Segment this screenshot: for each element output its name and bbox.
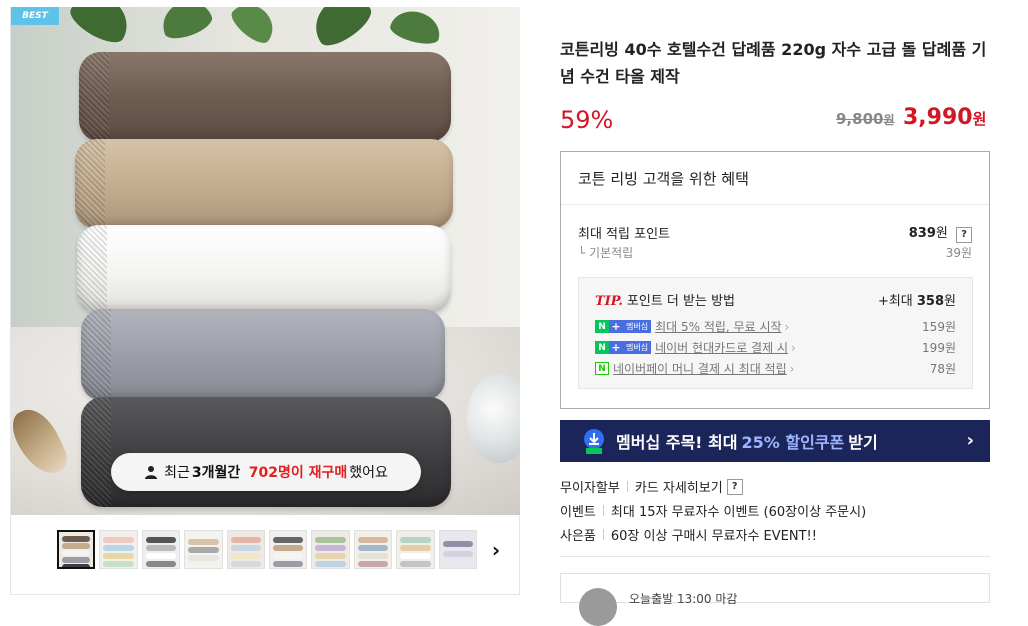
naver-pay-icon: N: [595, 362, 609, 375]
product-main-image[interactable]: BEST 최근 3개월간 702명이 재구매 했어요: [11, 7, 520, 515]
naver-n-icon: N: [595, 320, 609, 333]
tip-label: TIP.: [595, 294, 623, 309]
thumbnail-strip: [57, 530, 477, 574]
towel-gray: [81, 309, 445, 401]
thumbnail[interactable]: [184, 530, 223, 569]
repurchase-period: 3개월간: [191, 465, 241, 481]
chevron-right-icon[interactable]: ›: [487, 538, 505, 562]
repurchase-suffix: 했어요: [349, 465, 388, 481]
help-icon[interactable]: ?: [956, 226, 972, 243]
tip-link[interactable]: 최대 5% 적립, 무료 시작: [655, 318, 781, 335]
person-icon: [145, 466, 158, 479]
tip-link[interactable]: 네이버페이 머니 결제 시 최대 적립: [613, 360, 787, 377]
membership-tag: 멤버십: [623, 320, 652, 333]
gift-text: 60장 이상 구매시 무료자수 EVENT!!: [610, 529, 817, 544]
chevron-right-icon: ›: [966, 430, 974, 451]
product-gallery: BEST 최근 3개월간 702명이 재구매 했어요 ›: [10, 7, 520, 595]
base-points-value: 39원: [945, 246, 972, 260]
membership-coupon-banner[interactable]: 멤버십 주목! 최대 25% 할인쿠폰 받기 ›: [560, 420, 990, 462]
divider: [560, 556, 990, 557]
tip-row-card[interactable]: N + 멤버십 네이버 현대카드로 결제 시 › 199원: [595, 339, 956, 356]
installment-row: 무이자할부 카드 자세히보기 ?: [560, 477, 743, 496]
plus-icon: +: [609, 320, 623, 333]
tip-row-npay[interactable]: N 네이버페이 머니 결제 시 최대 적립 › 78원: [595, 360, 956, 377]
installment-label: 무이자할부: [560, 481, 620, 496]
event-row: 이벤트 최대 15자 무료자수 이벤트 (60장이상 주문시): [560, 501, 866, 520]
banner-text-before: 멤버십 주목! 최대: [616, 433, 738, 452]
benefit-box: 코튼 리빙 고객을 위한 혜택 최대 적립 포인트 839원 ? └ 기본적립 …: [560, 151, 990, 409]
download-coupon-icon: [584, 429, 604, 454]
tip-text: 포인트 더 받는 방법: [626, 294, 735, 309]
towel-brown: [79, 52, 451, 142]
help-icon[interactable]: ?: [726, 478, 743, 495]
thumbnail[interactable]: [311, 530, 350, 569]
chevron-right-icon: ›: [789, 361, 795, 376]
base-points-label: └ 기본적립: [578, 246, 634, 260]
thumbnail[interactable]: [226, 530, 265, 569]
tip-value: 159원: [922, 320, 956, 334]
plus-icon: +: [609, 341, 623, 354]
sale-price: 3,990원: [903, 105, 987, 130]
original-price: 9,800원: [836, 110, 895, 128]
benefit-heading: 코튼 리빙 고객을 위한 혜택: [561, 152, 989, 205]
tip-row-membership[interactable]: N + 멤버십 최대 5% 적립, 무료 시작 › 159원: [595, 318, 956, 335]
product-title: 코튼리빙 40수 호텔수건 답례품 220g 자수 고급 돌 답례품 기념 수건…: [560, 40, 987, 86]
tip-link[interactable]: 네이버 현대카드로 결제 시: [655, 339, 788, 356]
max-points-value: 839원 ?: [909, 222, 972, 243]
thumbnail[interactable]: [268, 530, 308, 569]
tip-max: +최대 358원: [877, 294, 956, 309]
thumbnail[interactable]: [353, 530, 393, 569]
best-badge: BEST: [11, 7, 59, 25]
towel-white: [77, 225, 451, 313]
towel-beige: [75, 139, 453, 229]
tip-heading: TIP. 포인트 더 받는 방법 +최대 358원: [595, 290, 956, 309]
discount-rate: 59%: [560, 106, 614, 134]
gift-row: 사은품 60장 이상 구매시 무료자수 EVENT!!: [560, 525, 817, 544]
thumbnail[interactable]: [99, 530, 138, 569]
membership-tag: 멤버십: [623, 341, 652, 354]
repurchase-prefix: 최근: [164, 465, 190, 481]
thumbnail[interactable]: [438, 530, 477, 569]
event-text: 최대 15자 무료자수 이벤트 (60장이상 주문시): [610, 505, 867, 520]
card-details-link[interactable]: 카드 자세히보기: [635, 477, 723, 496]
tip-value: 199원: [922, 341, 956, 355]
chevron-right-icon: ›: [790, 340, 796, 355]
tip-value: 78원: [929, 362, 956, 376]
banner-highlight: 25% 할인쿠폰: [741, 433, 845, 452]
max-points-row: 최대 적립 포인트 839원 ?: [578, 222, 972, 243]
shipping-text: 오늘출발 13:00 마감: [629, 592, 738, 606]
event-label: 이벤트: [560, 505, 596, 520]
max-points-label: 최대 적립 포인트: [578, 226, 670, 242]
banner-text-after: 받기: [848, 433, 878, 452]
tip-box: TIP. 포인트 더 받는 방법 +최대 358원 N + 멤버십 최대 5% 적…: [578, 277, 973, 389]
repurchase-notice: 최근 3개월간 702명이 재구매 했어요: [111, 453, 421, 491]
avatar: [579, 588, 617, 626]
chevron-right-icon: ›: [784, 319, 790, 334]
repurchase-count: 702명이 재구매: [248, 465, 348, 481]
thumbnail[interactable]: [141, 530, 181, 569]
gift-label: 사은품: [560, 529, 596, 544]
base-points-row: └ 기본적립 39원: [578, 244, 972, 261]
shipping-box: 오늘출발 13:00 마감: [560, 573, 990, 626]
thumbnail[interactable]: [57, 530, 96, 569]
thumbnail[interactable]: [396, 530, 435, 569]
naver-n-icon: N: [595, 341, 609, 354]
